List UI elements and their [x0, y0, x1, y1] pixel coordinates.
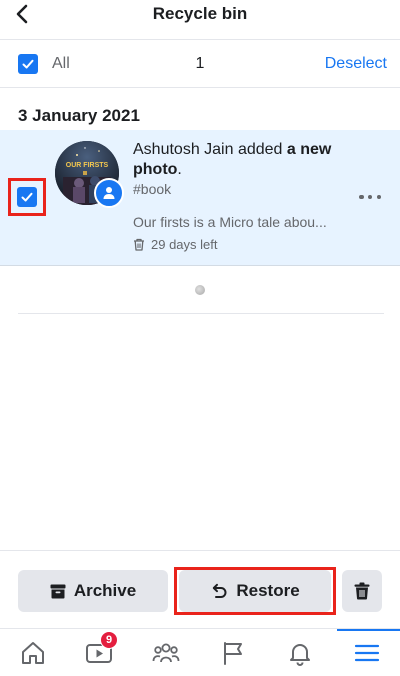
check-icon: [21, 192, 33, 202]
list-item[interactable]: OUR FIRSTS Ashutosh Jain added a new pho…: [0, 130, 400, 266]
archive-label: Archive: [73, 581, 137, 600]
groups-icon: [152, 643, 180, 663]
watch-badge: 9: [100, 631, 118, 649]
select-bar: All 1 Deselect: [0, 40, 400, 88]
item-action-prefix: added: [233, 141, 287, 158]
more-dot-icon: [359, 194, 364, 200]
home-icon: [22, 642, 44, 664]
more-dot-icon: [367, 194, 373, 200]
item-description: Our firsts is a Micro tale abou...: [133, 214, 327, 230]
thumbnail-text: OUR FIRSTS: [66, 162, 109, 169]
tab-home[interactable]: [0, 629, 66, 676]
archive-icon: [50, 584, 66, 598]
bottom-tab-bar: 9: [0, 628, 400, 676]
item-tag: #book: [133, 181, 172, 197]
menu-icon: [354, 644, 380, 662]
more-dot-icon: [376, 194, 381, 200]
restore-label: Restore: [236, 581, 300, 600]
item-title: Ashutosh Jain added a new photo.: [133, 140, 353, 180]
tab-groups[interactable]: [133, 629, 199, 676]
action-bar: Archive Restore: [0, 550, 400, 628]
person-icon: [103, 187, 115, 199]
item-author: Ashutosh Jain: [133, 141, 234, 158]
tab-pages[interactable]: [200, 629, 266, 676]
header: Recycle bin: [0, 0, 400, 40]
trash-icon: [134, 238, 144, 251]
tab-watch[interactable]: 9: [66, 629, 132, 676]
section-date: 3 January 2021: [18, 106, 140, 125]
photo-badge: [94, 178, 124, 208]
deselect-button[interactable]: Deselect: [325, 55, 387, 73]
item-action-suffix: .: [177, 161, 182, 178]
item-checkbox[interactable]: [17, 187, 37, 207]
trash-icon: [354, 582, 370, 600]
delete-button[interactable]: [342, 570, 382, 612]
flag-icon: [224, 642, 242, 665]
loading-spinner: [195, 285, 205, 295]
tab-notifications[interactable]: [267, 629, 333, 676]
item-days-left: 29 days left: [133, 237, 218, 252]
days-left-text: 29 days left: [151, 237, 218, 252]
page-title: Recycle bin: [152, 4, 248, 23]
divider: [18, 313, 384, 314]
item-checkbox-highlight[interactable]: [8, 178, 46, 216]
restore-button[interactable]: Restore: [179, 570, 331, 612]
undo-icon: [213, 583, 227, 598]
archive-button[interactable]: Archive: [18, 570, 168, 612]
active-tab-indicator: [337, 629, 400, 631]
bell-icon: [290, 644, 310, 666]
tab-menu[interactable]: [334, 629, 400, 676]
more-options-button[interactable]: [359, 190, 381, 204]
